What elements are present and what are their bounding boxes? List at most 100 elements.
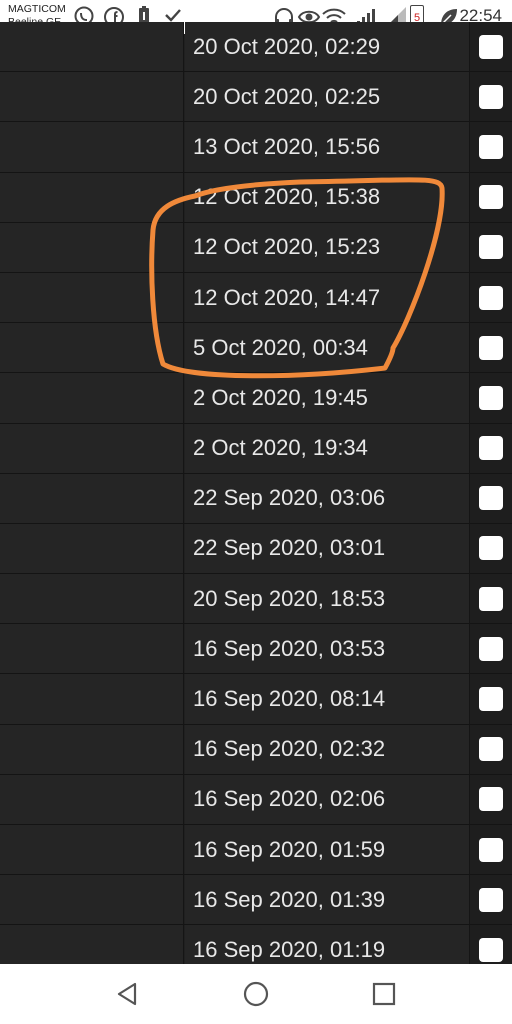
row-date-label: 16 Sep 2020, 01:39 — [193, 886, 386, 912]
row-checkbox[interactable] — [479, 285, 503, 310]
table-row[interactable]: 2 Oct 2020, 19:34 — [0, 423, 512, 474]
row-date-cell: 16 Sep 2020, 01:59 — [185, 825, 470, 875]
row-date-label: 16 Sep 2020, 02:32 — [193, 736, 386, 762]
table-row[interactable]: 2 Oct 2020, 19:45 — [0, 373, 512, 424]
table-row[interactable]: 20 Oct 2020, 02:25 — [0, 72, 512, 123]
row-checkbox[interactable] — [479, 385, 503, 410]
row-date-label: 12 Oct 2020, 15:23 — [193, 234, 381, 260]
row-date-cell: 16 Sep 2020, 03:53 — [185, 624, 470, 674]
table-row[interactable]: 12 Oct 2020, 15:38 — [0, 172, 512, 223]
table-row[interactable]: 16 Sep 2020, 01:59 — [0, 825, 512, 876]
row-checkbox-cell — [470, 323, 512, 373]
table-row[interactable]: 16 Sep 2020, 02:32 — [0, 724, 512, 775]
table-row[interactable]: 12 Oct 2020, 15:23 — [0, 222, 512, 273]
row-checkbox[interactable] — [479, 335, 503, 360]
row-checkbox-cell — [470, 774, 512, 824]
row-checkbox[interactable] — [479, 837, 503, 862]
row-checkbox[interactable] — [479, 937, 503, 962]
table-row[interactable]: 16 Sep 2020, 08:14 — [0, 674, 512, 725]
row-checkbox[interactable] — [479, 887, 503, 912]
row-date-label: 13 Oct 2020, 15:56 — [193, 133, 381, 159]
table-row[interactable]: 12 Oct 2020, 14:47 — [0, 272, 512, 324]
row-date-cell: 16 Sep 2020, 02:32 — [185, 724, 470, 774]
table-row[interactable]: 5 Oct 2020, 00:34 — [0, 323, 512, 374]
row-name-cell — [0, 272, 184, 323]
row-checkbox-cell — [470, 272, 512, 323]
row-checkbox[interactable] — [479, 235, 503, 260]
row-date-cell: 22 Sep 2020, 03:06 — [185, 473, 470, 523]
table-row[interactable]: 16 Sep 2020, 03:53 — [0, 624, 512, 675]
recents-button[interactable] — [369, 979, 399, 1009]
row-date-label: 16 Sep 2020, 02:06 — [193, 786, 386, 812]
row-name-cell — [0, 674, 184, 724]
row-checkbox-cell — [470, 724, 512, 774]
row-name-cell — [0, 172, 184, 222]
row-date-cell: 20 Sep 2020, 18:53 — [185, 574, 470, 624]
row-checkbox[interactable] — [479, 34, 503, 59]
row-checkbox[interactable] — [479, 787, 503, 812]
row-date-cell: 20 Oct 2020, 02:29 — [185, 22, 470, 72]
row-checkbox[interactable] — [479, 436, 503, 461]
row-date-label: 22 Sep 2020, 03:06 — [193, 485, 386, 511]
row-name-cell — [0, 423, 184, 473]
row-date-label: 16 Sep 2020, 08:14 — [193, 686, 386, 712]
row-checkbox[interactable] — [479, 636, 503, 661]
date-table: 20 Oct 2020, 02:29 20 Oct 2020, 02:25 13 O… — [0, 22, 512, 976]
row-date-label: 12 Oct 2020, 15:38 — [193, 184, 381, 210]
row-checkbox-cell — [470, 875, 512, 925]
row-checkbox-cell — [470, 624, 512, 674]
row-date-label: 20 Oct 2020, 02:29 — [193, 33, 381, 59]
row-date-cell: 5 Oct 2020, 00:34 — [185, 323, 470, 373]
row-date-cell: 16 Sep 2020, 08:14 — [185, 674, 470, 724]
row-checkbox-cell — [470, 122, 512, 172]
row-name-cell — [0, 523, 184, 574]
row-checkbox-cell — [470, 574, 512, 624]
table-row[interactable]: 16 Sep 2020, 01:39 — [0, 875, 512, 926]
row-name-cell — [0, 222, 184, 272]
row-date-label: 12 Oct 2020, 14:47 — [193, 284, 381, 310]
navigation-bar — [0, 964, 512, 1024]
row-checkbox[interactable] — [479, 185, 503, 210]
home-button[interactable] — [241, 979, 271, 1009]
table-row[interactable]: 22 Sep 2020, 03:06 — [0, 473, 512, 524]
row-checkbox-cell — [470, 674, 512, 724]
row-checkbox[interactable] — [479, 486, 503, 511]
row-checkbox[interactable] — [479, 84, 503, 109]
row-checkbox[interactable] — [479, 586, 503, 611]
row-date-label: 20 Oct 2020, 02:25 — [193, 83, 381, 109]
row-date-cell: 13 Oct 2020, 15:56 — [185, 122, 470, 172]
row-date-cell: 16 Sep 2020, 02:06 — [185, 774, 470, 824]
row-name-cell — [0, 774, 184, 824]
row-checkbox-cell — [470, 22, 512, 72]
row-checkbox-cell — [470, 523, 512, 574]
row-name-cell — [0, 72, 184, 122]
row-name-cell — [0, 624, 184, 674]
row-date-cell: 16 Sep 2020, 01:39 — [185, 875, 470, 925]
row-checkbox[interactable] — [479, 134, 503, 159]
back-button[interactable] — [113, 979, 143, 1009]
row-name-cell — [0, 323, 184, 373]
row-date-cell: 12 Oct 2020, 14:47 — [185, 272, 470, 323]
table-row[interactable]: 16 Sep 2020, 02:06 — [0, 774, 512, 825]
row-name-cell — [0, 574, 184, 624]
row-checkbox-cell — [470, 825, 512, 875]
row-checkbox-cell — [470, 72, 512, 122]
row-date-label: 16 Sep 2020, 03:53 — [193, 635, 386, 661]
row-date-cell: 22 Sep 2020, 03:01 — [185, 523, 470, 574]
row-date-cell: 2 Oct 2020, 19:34 — [185, 423, 470, 473]
row-name-cell — [0, 724, 184, 774]
row-date-label: 20 Sep 2020, 18:53 — [193, 585, 386, 611]
row-name-cell — [0, 22, 184, 72]
row-date-label: 2 Oct 2020, 19:45 — [193, 384, 368, 410]
row-checkbox[interactable] — [479, 737, 503, 762]
row-checkbox[interactable] — [479, 687, 503, 712]
table-row[interactable]: 22 Sep 2020, 03:01 — [0, 523, 512, 575]
row-name-cell — [0, 825, 184, 875]
table-row[interactable]: 20 Sep 2020, 18:53 — [0, 574, 512, 625]
row-checkbox-cell — [470, 222, 512, 272]
row-checkbox[interactable] — [479, 536, 503, 561]
row-checkbox-cell — [470, 473, 512, 523]
table-row[interactable]: 20 Oct 2020, 02:29 — [0, 22, 512, 73]
table-row[interactable]: 13 Oct 2020, 15:56 — [0, 122, 512, 173]
row-name-cell — [0, 122, 184, 172]
